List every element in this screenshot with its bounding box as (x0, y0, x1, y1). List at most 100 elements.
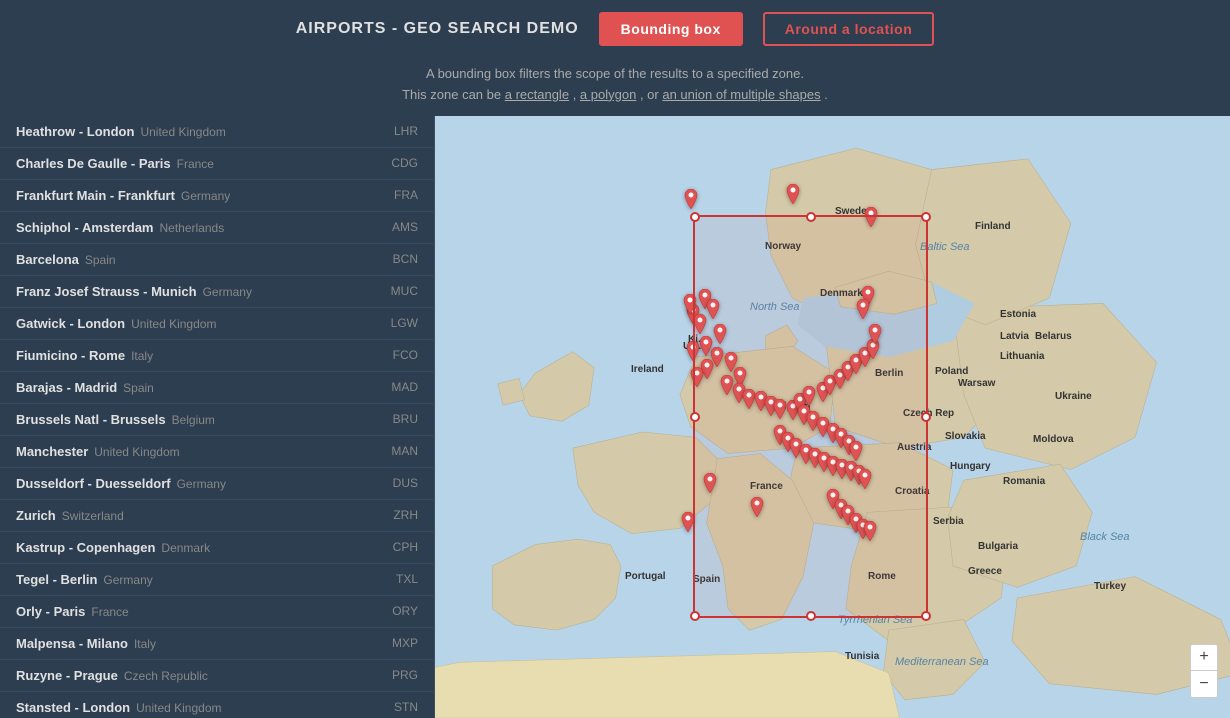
airport-name: Ruzyne - Prague (16, 668, 118, 683)
subtitle-prefix: This zone can be (402, 87, 505, 102)
airport-code: CDG (391, 156, 418, 170)
airport-code: ZRH (393, 508, 418, 522)
airport-code: LGW (391, 316, 418, 330)
airport-country: Germany (181, 189, 230, 203)
subtitle-area: A bounding box filters the scope of the … (0, 58, 1230, 116)
zoom-in-button[interactable]: + (1191, 645, 1217, 671)
map-pin[interactable] (701, 473, 719, 500)
airport-row[interactable]: Charles De Gaulle - Paris France CDG (0, 148, 434, 180)
airport-code: STN (394, 700, 418, 714)
sep2: , or (640, 87, 662, 102)
airport-info: Gatwick - London United Kingdom (16, 316, 216, 331)
airport-info: Heathrow - London United Kingdom (16, 124, 226, 139)
airport-row[interactable]: Barcelona Spain BCN (0, 244, 434, 276)
header: AIRPORTS - GEO SEARCH DEMO Bounding box … (0, 0, 1230, 58)
airport-name: Schiphol - Amsterdam (16, 220, 153, 235)
map-pin[interactable] (862, 207, 880, 234)
sep1: , (573, 87, 580, 102)
airport-row[interactable]: Heathrow - London United Kingdom LHR (0, 116, 434, 148)
airport-code: CPH (393, 540, 418, 554)
airport-country: Denmark (161, 541, 210, 555)
airport-info: Malpensa - Milano Italy (16, 636, 156, 651)
airport-name: Zurich (16, 508, 56, 523)
tab-around-location[interactable]: Around a location (763, 12, 935, 46)
airport-country: Italy (134, 637, 156, 651)
airport-row[interactable]: Manchester United Kingdom MAN (0, 436, 434, 468)
airport-name: Tegel - Berlin (16, 572, 97, 587)
airport-row[interactable]: Frankfurt Main - Frankfurt Germany FRA (0, 180, 434, 212)
airport-country: Germany (203, 285, 252, 299)
airport-code: LHR (394, 124, 418, 138)
link-union[interactable]: an union of multiple shapes (662, 87, 820, 102)
airport-row[interactable]: Brussels Natl - Brussels Belgium BRU (0, 404, 434, 436)
main-content: Heathrow - London United Kingdom LHR Cha… (0, 116, 1230, 718)
link-rectangle[interactable]: a rectangle (505, 87, 569, 102)
map-pin[interactable] (679, 512, 697, 539)
link-polygon[interactable]: a polygon (580, 87, 636, 102)
map-pin[interactable] (682, 189, 700, 216)
airport-info: Frankfurt Main - Frankfurt Germany (16, 188, 230, 203)
airport-name: Heathrow - London (16, 124, 134, 139)
airport-list[interactable]: Heathrow - London United Kingdom LHR Cha… (0, 116, 435, 718)
airport-name: Barcelona (16, 252, 79, 267)
airport-row[interactable]: Stansted - London United Kingdom STN (0, 692, 434, 718)
subtitle-line2: This zone can be a rectangle , a polygon… (20, 85, 1210, 106)
airport-country: Germany (177, 477, 226, 491)
airport-code: MUC (391, 284, 418, 298)
airport-name: Malpensa - Milano (16, 636, 128, 651)
airport-country: United Kingdom (136, 701, 221, 715)
airport-info: Tegel - Berlin Germany (16, 572, 153, 587)
airport-name: Manchester (16, 444, 88, 459)
airport-info: Manchester United Kingdom (16, 444, 180, 459)
airport-country: Switzerland (62, 509, 124, 523)
subtitle-line1: A bounding box filters the scope of the … (20, 64, 1210, 85)
airport-row[interactable]: Fiumicino - Rome Italy FCO (0, 340, 434, 372)
airport-info: Charles De Gaulle - Paris France (16, 156, 214, 171)
airport-name: Barajas - Madrid (16, 380, 117, 395)
airport-country: Czech Republic (124, 669, 208, 683)
map-pin[interactable] (688, 367, 706, 394)
airport-name: Gatwick - London (16, 316, 125, 331)
airport-code: FRA (394, 188, 418, 202)
map-pin[interactable] (854, 299, 872, 326)
airport-info: Dusseldorf - Duesseldorf Germany (16, 476, 226, 491)
map-pin[interactable] (748, 497, 766, 524)
airport-row[interactable]: Tegel - Berlin Germany TXL (0, 564, 434, 596)
map-container[interactable]: SwedenFinlandNorwayEstoniaLatviaLithuani… (435, 116, 1230, 718)
airport-row[interactable]: Franz Josef Strauss - Munich Germany MUC (0, 276, 434, 308)
airport-row[interactable]: Ruzyne - Prague Czech Republic PRG (0, 660, 434, 692)
map-pin[interactable] (681, 294, 699, 321)
airport-row[interactable]: Barajas - Madrid Spain MAD (0, 372, 434, 404)
airport-name: Dusseldorf - Duesseldorf (16, 476, 171, 491)
zoom-controls: + − (1190, 644, 1218, 698)
airport-row[interactable]: Schiphol - Amsterdam Netherlands AMS (0, 212, 434, 244)
airport-info: Franz Josef Strauss - Munich Germany (16, 284, 252, 299)
map-pin[interactable] (856, 469, 874, 496)
app-title: AIRPORTS - GEO SEARCH DEMO (296, 20, 579, 38)
airport-country: United Kingdom (140, 125, 225, 139)
airport-name: Orly - Paris (16, 604, 85, 619)
airport-info: Barajas - Madrid Spain (16, 380, 154, 395)
airport-country: Spain (123, 381, 154, 395)
airport-row[interactable]: Malpensa - Milano Italy MXP (0, 628, 434, 660)
airport-country: Netherlands (159, 221, 224, 235)
zoom-out-button[interactable]: − (1191, 671, 1217, 697)
airport-code: BRU (393, 412, 418, 426)
airport-row[interactable]: Zurich Switzerland ZRH (0, 500, 434, 532)
airport-name: Frankfurt Main - Frankfurt (16, 188, 175, 203)
map-pin[interactable] (784, 184, 802, 211)
airport-row[interactable]: Orly - Paris France ORY (0, 596, 434, 628)
airport-code: MAN (391, 444, 418, 458)
tab-bounding-box[interactable]: Bounding box (599, 12, 743, 46)
airport-name: Kastrup - Copenhagen (16, 540, 155, 555)
airport-row[interactable]: Gatwick - London United Kingdom LGW (0, 308, 434, 340)
airport-info: Barcelona Spain (16, 252, 116, 267)
map-pin[interactable] (866, 324, 884, 351)
airport-row[interactable]: Kastrup - Copenhagen Denmark CPH (0, 532, 434, 564)
airport-row[interactable]: Dusseldorf - Duesseldorf Germany DUS (0, 468, 434, 500)
airport-name: Charles De Gaulle - Paris (16, 156, 171, 171)
map-pin[interactable] (861, 521, 879, 548)
airport-country: Spain (85, 253, 116, 267)
airport-country: France (91, 605, 128, 619)
airport-code: TXL (396, 572, 418, 586)
